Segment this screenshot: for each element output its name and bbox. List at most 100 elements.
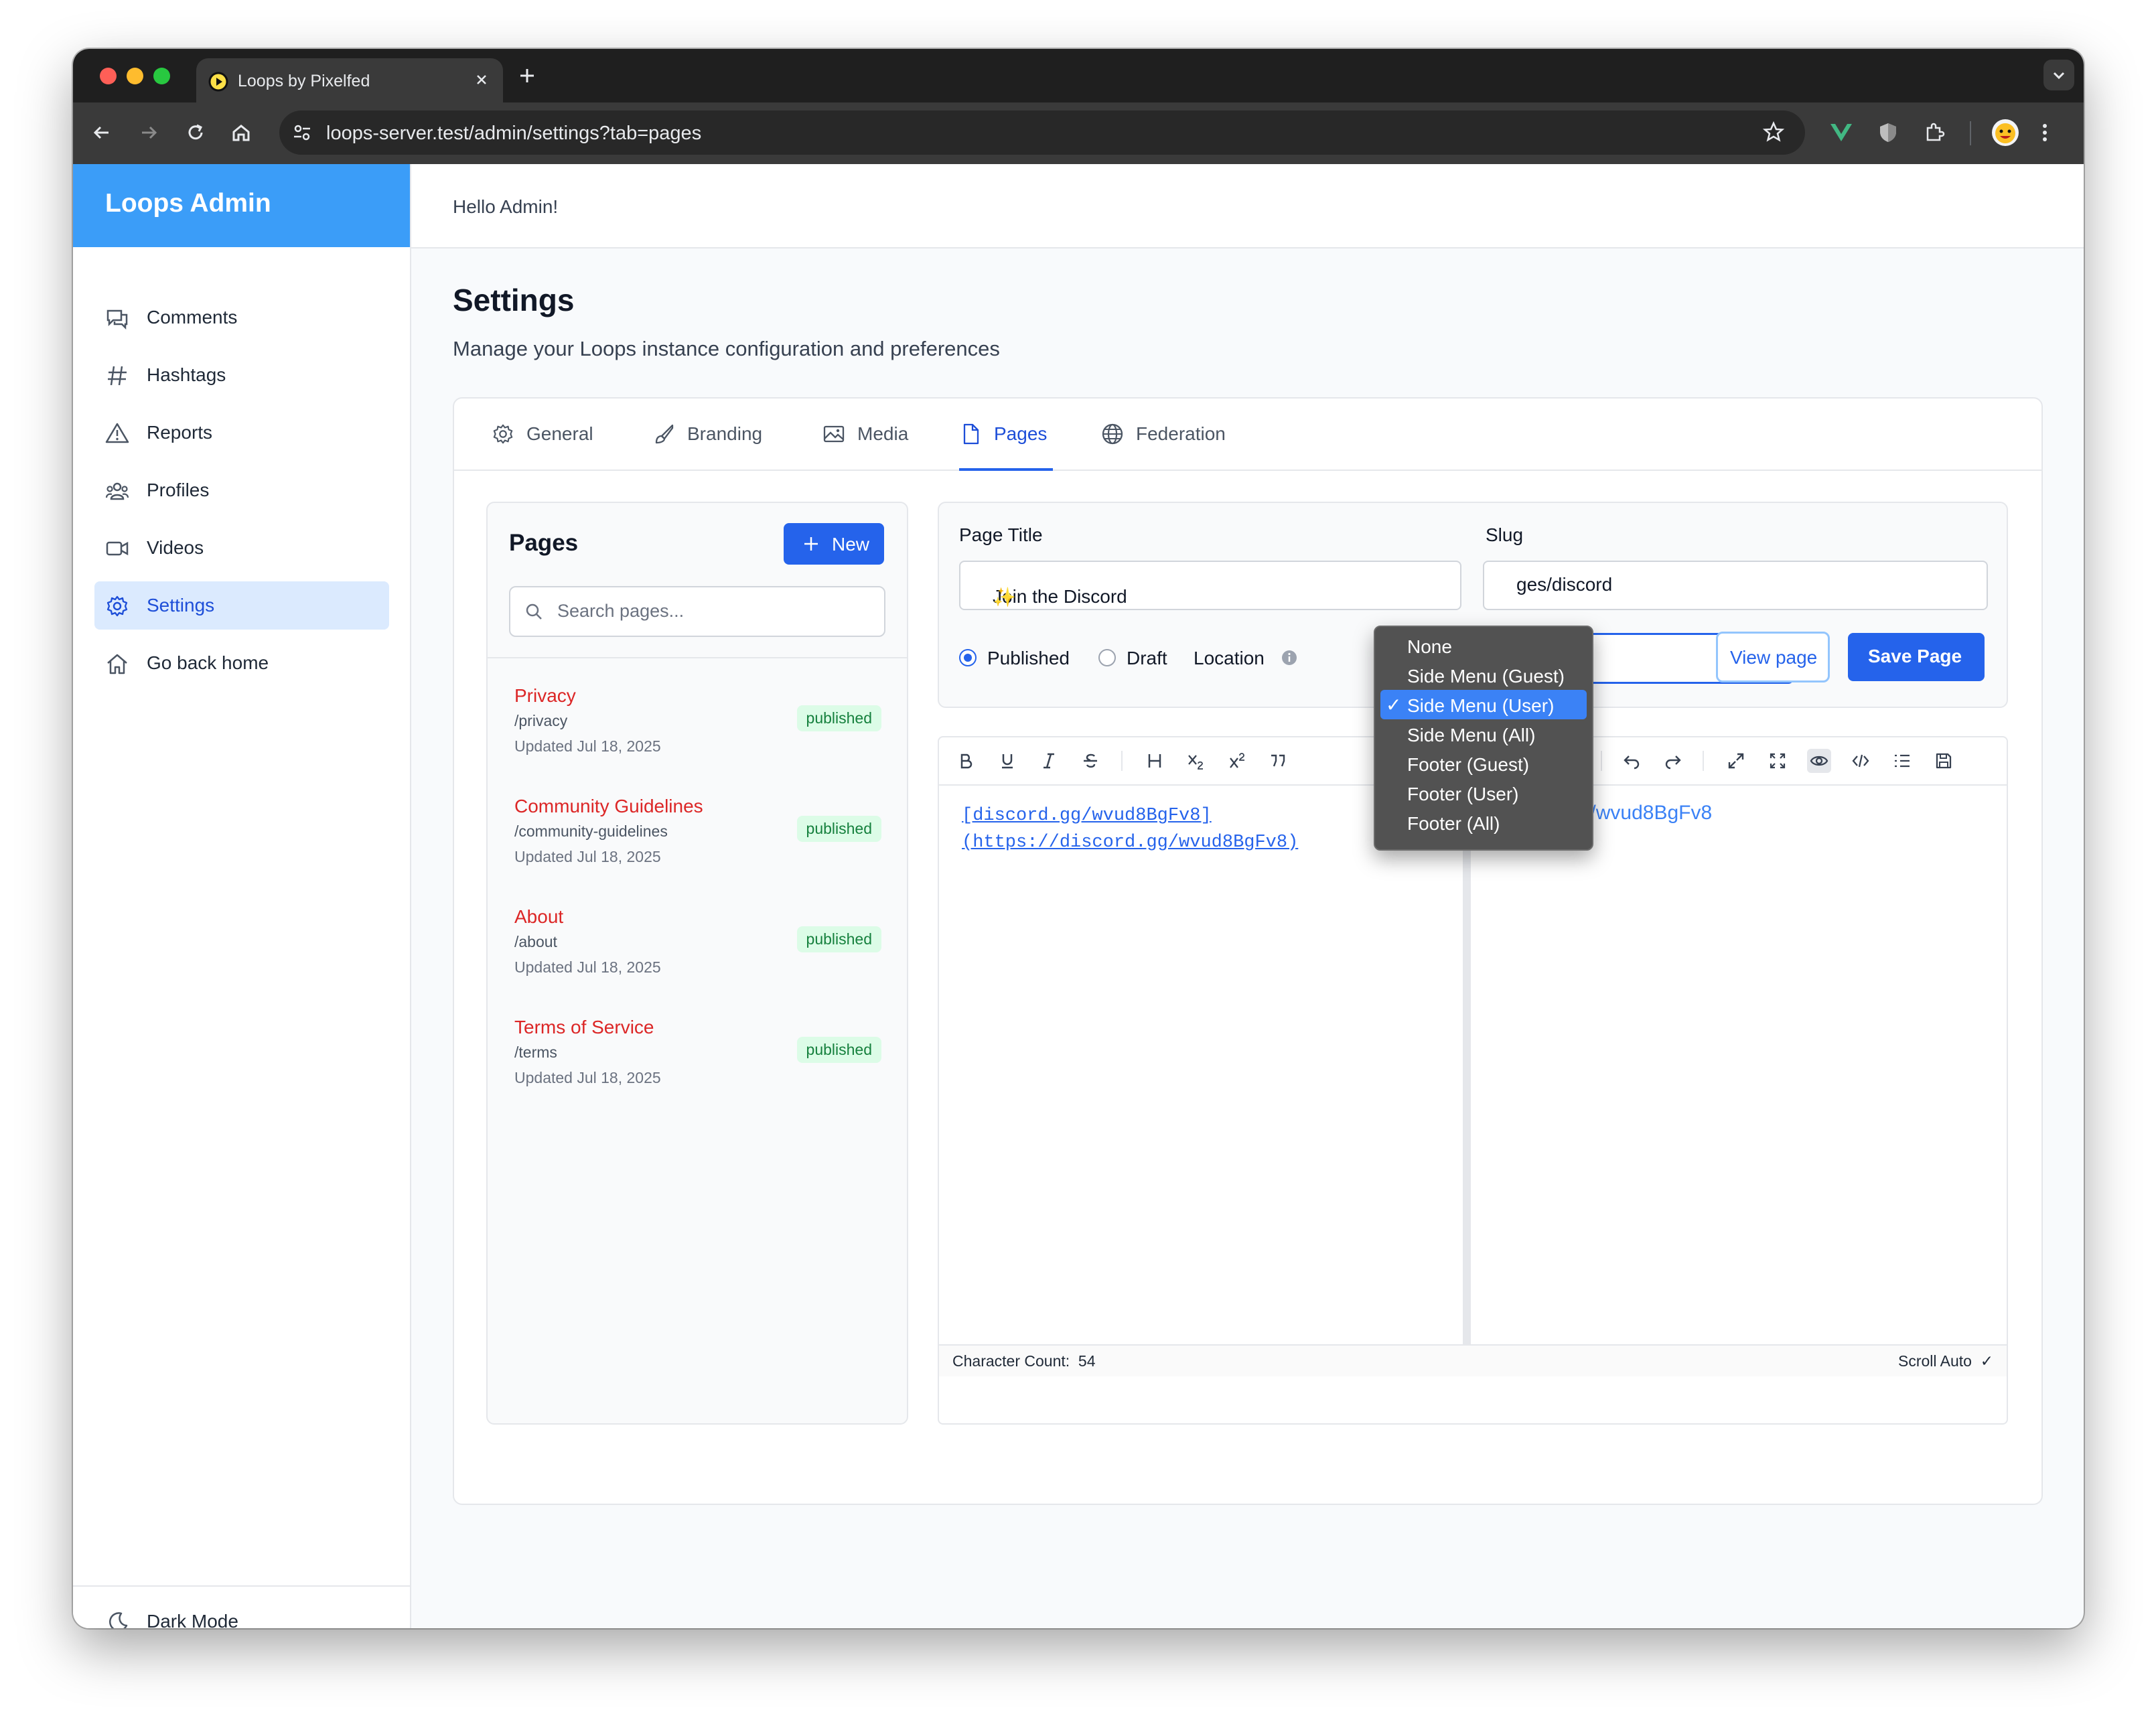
pane-splitter[interactable] (1463, 786, 1471, 1344)
maximize-window-button[interactable] (153, 68, 170, 84)
save-icon[interactable] (1932, 749, 1956, 773)
location-option-side-menu-guest[interactable]: Side Menu (Guest) (1380, 660, 1587, 690)
tab-federation[interactable]: Federation (1101, 399, 1235, 470)
tab-branding[interactable]: Branding (652, 399, 773, 470)
redo-icon[interactable] (1661, 749, 1685, 773)
sidebar-item-label: Profiles (147, 480, 210, 500)
panel-divider (488, 657, 907, 658)
vue-devtools-icon[interactable] (1829, 121, 1853, 144)
page-item-title[interactable]: Community Guidelines (514, 796, 703, 817)
location-option-footer-guest[interactable]: Footer (Guest) (1380, 749, 1587, 778)
url-text: loops-server.test/admin/settings?tab=pag… (326, 123, 702, 144)
forward-arrow-icon[interactable] (137, 121, 160, 144)
sidebar-item-profiles[interactable]: Profiles (94, 466, 389, 514)
quote-icon[interactable] (1266, 749, 1290, 773)
strikethrough-icon[interactable] (1078, 749, 1102, 773)
scroll-auto-toggle[interactable]: Scroll Auto ✓ (1898, 1352, 1993, 1370)
dark-mode-toggle[interactable]: Dark Mode (94, 1597, 389, 1628)
address-bar[interactable]: loops-server.test/admin/settings?tab=pag… (279, 111, 1805, 155)
markdown-source-pane[interactable]: [discord.gg/wvud8BgFv8] (https://discord… (939, 786, 1463, 1344)
sidebar-item-videos[interactable]: Videos (94, 524, 389, 572)
new-page-button[interactable]: New (784, 523, 884, 565)
tab-title: Loops by Pixelfed (238, 72, 370, 90)
profile-avatar[interactable] (1991, 119, 2019, 147)
markdown-link-text[interactable]: [discord.gg/wvud8BgFv8] (962, 806, 1212, 826)
page-item-title[interactable]: Terms of Service (514, 1017, 654, 1038)
sidebar-item-settings[interactable]: Settings (94, 581, 389, 630)
scroll-auto-label: Scroll Auto (1897, 1352, 1972, 1370)
underline-icon[interactable] (995, 749, 1019, 773)
slug-input[interactable]: ges/discord (1483, 561, 1988, 610)
bookmark-star-icon[interactable] (1762, 121, 1785, 143)
toolbar-divider (1970, 121, 1971, 145)
fullscreen-icon[interactable] (1766, 749, 1790, 773)
location-option-none[interactable]: None (1380, 631, 1587, 660)
page-title-label: Page Title (959, 524, 1043, 545)
location-option-footer-all[interactable]: Footer (All) (1380, 808, 1587, 837)
subscript-icon[interactable] (1184, 749, 1208, 773)
location-option-footer-user[interactable]: Footer (User) (1380, 778, 1587, 808)
bold-icon[interactable] (954, 749, 978, 773)
close-window-button[interactable] (100, 68, 117, 84)
markdown-line: [discord.gg/wvud8BgFv8] (962, 806, 1212, 826)
toolbar-separator (1601, 751, 1602, 771)
sidebar-item-hashtags[interactable]: Hashtags (94, 351, 389, 399)
table-of-contents-icon[interactable] (1890, 749, 1914, 773)
superscript-icon[interactable] (1226, 749, 1250, 773)
tab-media[interactable]: Media (822, 399, 916, 470)
extensions-puzzle-icon[interactable] (1923, 121, 1946, 144)
location-option-side-menu-all[interactable]: Side Menu (All) (1380, 719, 1587, 749)
home-icon[interactable] (230, 121, 253, 144)
page-list-item[interactable]: About /about Updated Jul 18, 2025 publis… (488, 906, 907, 1013)
search-pages-field[interactable] (509, 586, 885, 637)
info-icon[interactable] (1281, 649, 1298, 666)
sidebar-item-home[interactable]: Go back home (94, 639, 389, 687)
close-icon[interactable] (472, 70, 491, 89)
search-icon (526, 603, 542, 620)
sidebar-item-reports[interactable]: Reports (94, 409, 389, 457)
brand-header[interactable]: Loops Admin (73, 164, 410, 247)
page-list-item[interactable]: Terms of Service /terms Updated Jul 18, … (488, 1017, 907, 1124)
sparkles-emoji: ✨ (993, 587, 1016, 607)
browser-tab[interactable]: Loops by Pixelfed (196, 58, 503, 102)
published-radio[interactable] (959, 649, 977, 666)
italic-icon[interactable] (1037, 749, 1061, 773)
tab-label: Pages (994, 423, 1048, 444)
new-tab-button[interactable] (515, 64, 539, 88)
code-icon[interactable] (1849, 749, 1873, 773)
browser-tabstrip: Loops by Pixelfed (73, 49, 2084, 102)
page-list-item[interactable]: Community Guidelines /community-guidelin… (488, 796, 907, 903)
save-page-label: Save Page (1868, 646, 1962, 666)
page-item-title[interactable]: Privacy (514, 685, 576, 707)
page-title-input[interactable]: Join the Discord ✨ (959, 561, 1461, 610)
heading-icon[interactable] (1143, 749, 1167, 773)
shield-icon[interactable] (1877, 121, 1899, 144)
preview-eye-icon[interactable] (1807, 749, 1831, 773)
search-pages-input[interactable] (556, 597, 873, 625)
draft-label[interactable]: Draft (1127, 648, 1167, 669)
reload-icon[interactable] (184, 121, 207, 144)
slug-label: Slug (1486, 524, 1524, 545)
draft-radio[interactable] (1098, 649, 1116, 666)
save-page-button[interactable]: Save Page (1848, 633, 1985, 681)
markdown-link-url[interactable]: (https://discord.gg/wvud8BgFv8) (962, 833, 1298, 853)
published-label[interactable]: Published (987, 648, 1070, 669)
back-arrow-icon[interactable] (90, 121, 113, 144)
expand-icon[interactable] (1724, 749, 1748, 773)
browser-menu-icon[interactable] (2038, 121, 2052, 144)
sidebar-item-comments[interactable]: Comments (94, 293, 389, 342)
page-list-item[interactable]: Privacy /privacy Updated Jul 18, 2025 pu… (488, 685, 907, 792)
brush-icon (652, 423, 675, 445)
admin-sidebar: Loops Admin Comments Hashtags Reports Pr… (73, 164, 411, 1628)
location-option-side-menu-user[interactable]: ✓ Side Menu (User) (1380, 690, 1587, 719)
check-icon[interactable]: ✓ (1981, 1352, 1993, 1370)
tab-search-button[interactable] (2043, 60, 2074, 90)
page-item-title[interactable]: About (514, 906, 563, 928)
tab-pages[interactable]: Pages (959, 399, 1053, 471)
view-page-button[interactable]: View page (1716, 632, 1830, 682)
undo-icon[interactable] (1620, 749, 1644, 773)
comments-icon (105, 307, 129, 330)
minimize-window-button[interactable] (127, 68, 143, 84)
site-settings-icon[interactable] (291, 122, 313, 143)
tab-general[interactable]: General (492, 399, 599, 470)
